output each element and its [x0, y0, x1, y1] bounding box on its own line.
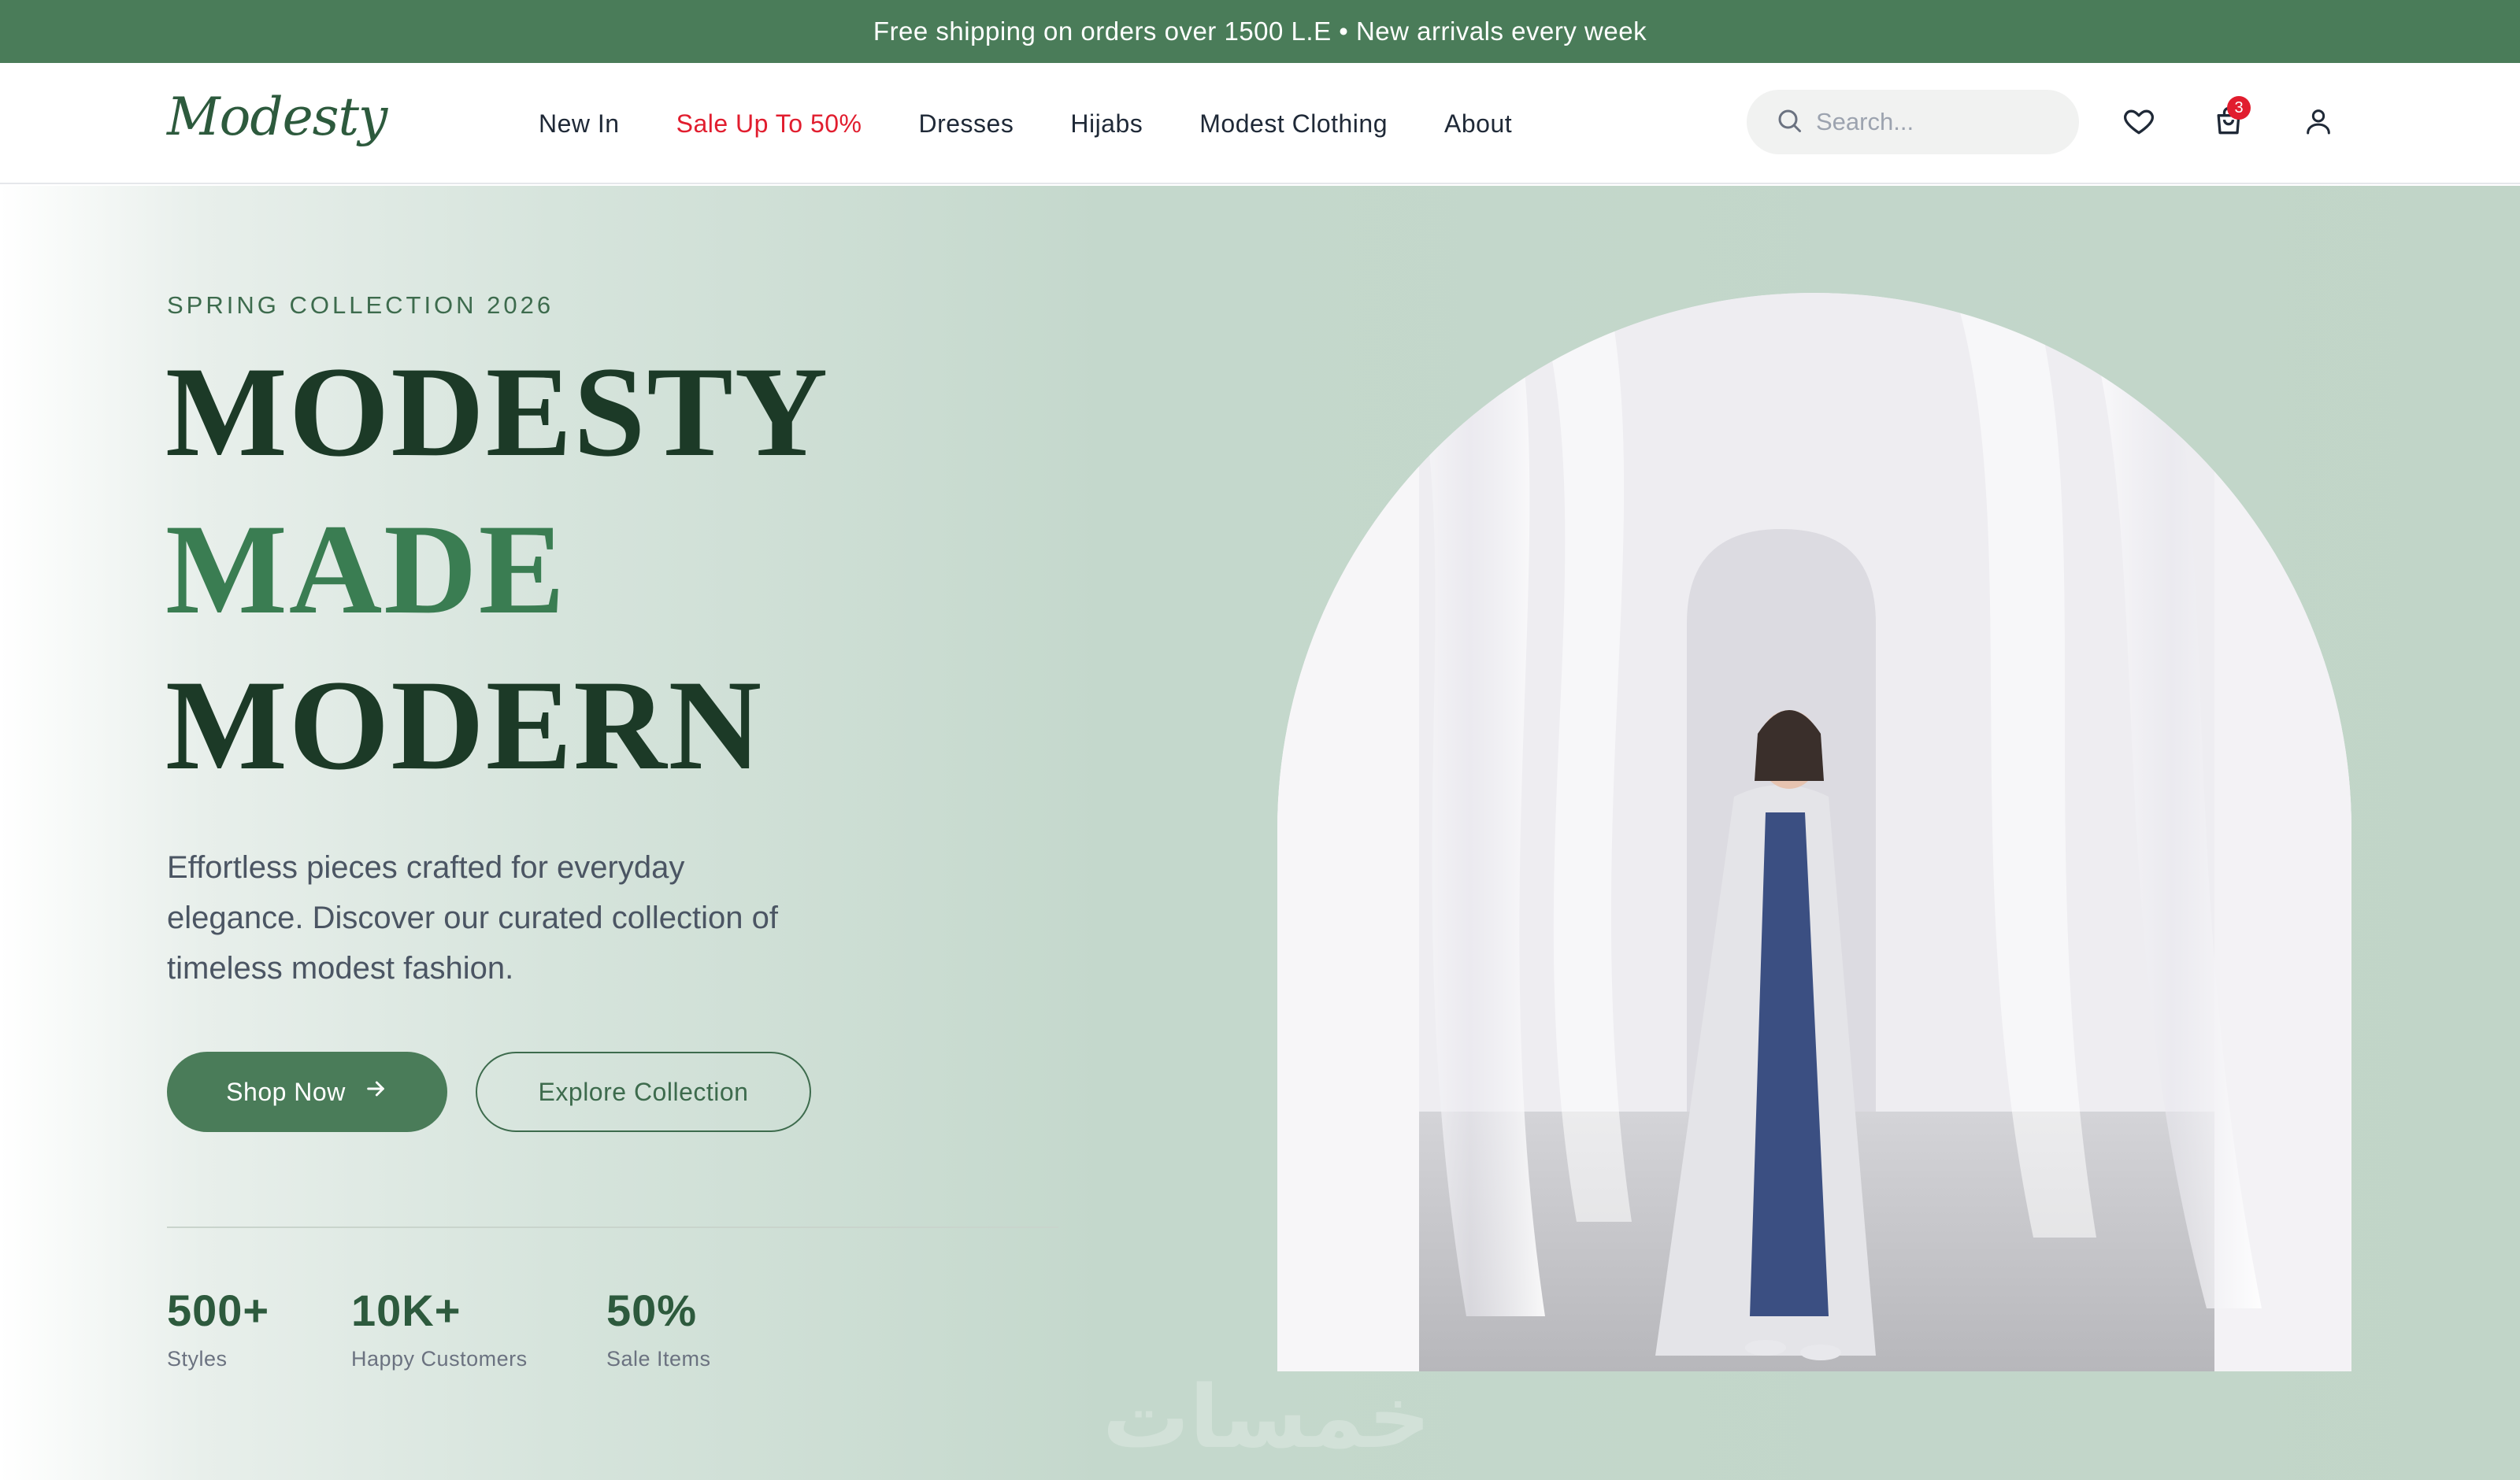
nav-item-hijabs[interactable]: Hijabs [1070, 109, 1143, 139]
cart-count-badge: 3 [2227, 96, 2251, 120]
site-header: Modesty New In Sale Up To 50% Dresses Hi… [0, 63, 2520, 184]
watermark-text: خمسات [1102, 1367, 1431, 1467]
search-box[interactable] [1747, 90, 2079, 154]
heart-icon [2122, 104, 2156, 142]
stat-value: 10K+ [351, 1286, 461, 1335]
shop-now-label: Shop Now [226, 1077, 346, 1106]
hero-title-line-1: MODESTY [165, 341, 830, 483]
stat-value: 500+ [167, 1286, 270, 1335]
nav-item-about[interactable]: About [1444, 109, 1512, 139]
stat-label: Styles [167, 1347, 228, 1371]
nav-item-sale[interactable]: Sale Up To 50% [676, 109, 862, 139]
site-logo[interactable]: Modesty [167, 87, 387, 147]
nav-item-dresses[interactable]: Dresses [918, 109, 1014, 139]
cart-button[interactable]: 3 [2203, 96, 2254, 148]
hero-section: SPRING COLLECTION 2026 MODESTY MADE MODE… [0, 186, 2520, 1480]
nav-item-modest-clothing[interactable]: Modest Clothing [1199, 109, 1388, 139]
shop-now-button[interactable]: Shop Now [167, 1052, 447, 1132]
stat-styles: 500+ Styles [167, 1285, 269, 1371]
hero-title-line-3: MODERN [165, 654, 764, 797]
announcement-text: Free shipping on orders over 1500 L.E • … [873, 17, 1647, 46]
stat-sale-items: 50% Sale Items [606, 1285, 711, 1371]
arrow-right-icon [363, 1076, 388, 1108]
hero-description: Effortless pieces crafted for everyday e… [167, 850, 778, 986]
hero-eyebrow: SPRING COLLECTION 2026 [167, 291, 554, 319]
user-icon [2303, 105, 2334, 141]
announcement-bar: Free shipping on orders over 1500 L.E • … [0, 0, 2520, 63]
explore-collection-button[interactable]: Explore Collection [476, 1052, 811, 1132]
stat-happy-customers: 10K+ Happy Customers [351, 1285, 528, 1371]
search-icon [1775, 106, 1803, 139]
wishlist-button[interactable] [2114, 98, 2164, 148]
stat-label: Sale Items [606, 1347, 711, 1371]
account-button[interactable] [2293, 98, 2344, 148]
main-nav: New In Sale Up To 50% Dresses Hijabs Mod… [539, 63, 1512, 184]
stats-divider [167, 1227, 1058, 1228]
hero-title-line-2: MADE [165, 498, 567, 641]
search-input[interactable] [1816, 108, 2068, 136]
stat-label: Happy Customers [351, 1347, 528, 1371]
hero-illustration [1277, 293, 2351, 1371]
stat-value: 50% [606, 1286, 698, 1335]
hero-image [1277, 293, 2351, 1371]
nav-item-new-in[interactable]: New In [539, 109, 620, 139]
